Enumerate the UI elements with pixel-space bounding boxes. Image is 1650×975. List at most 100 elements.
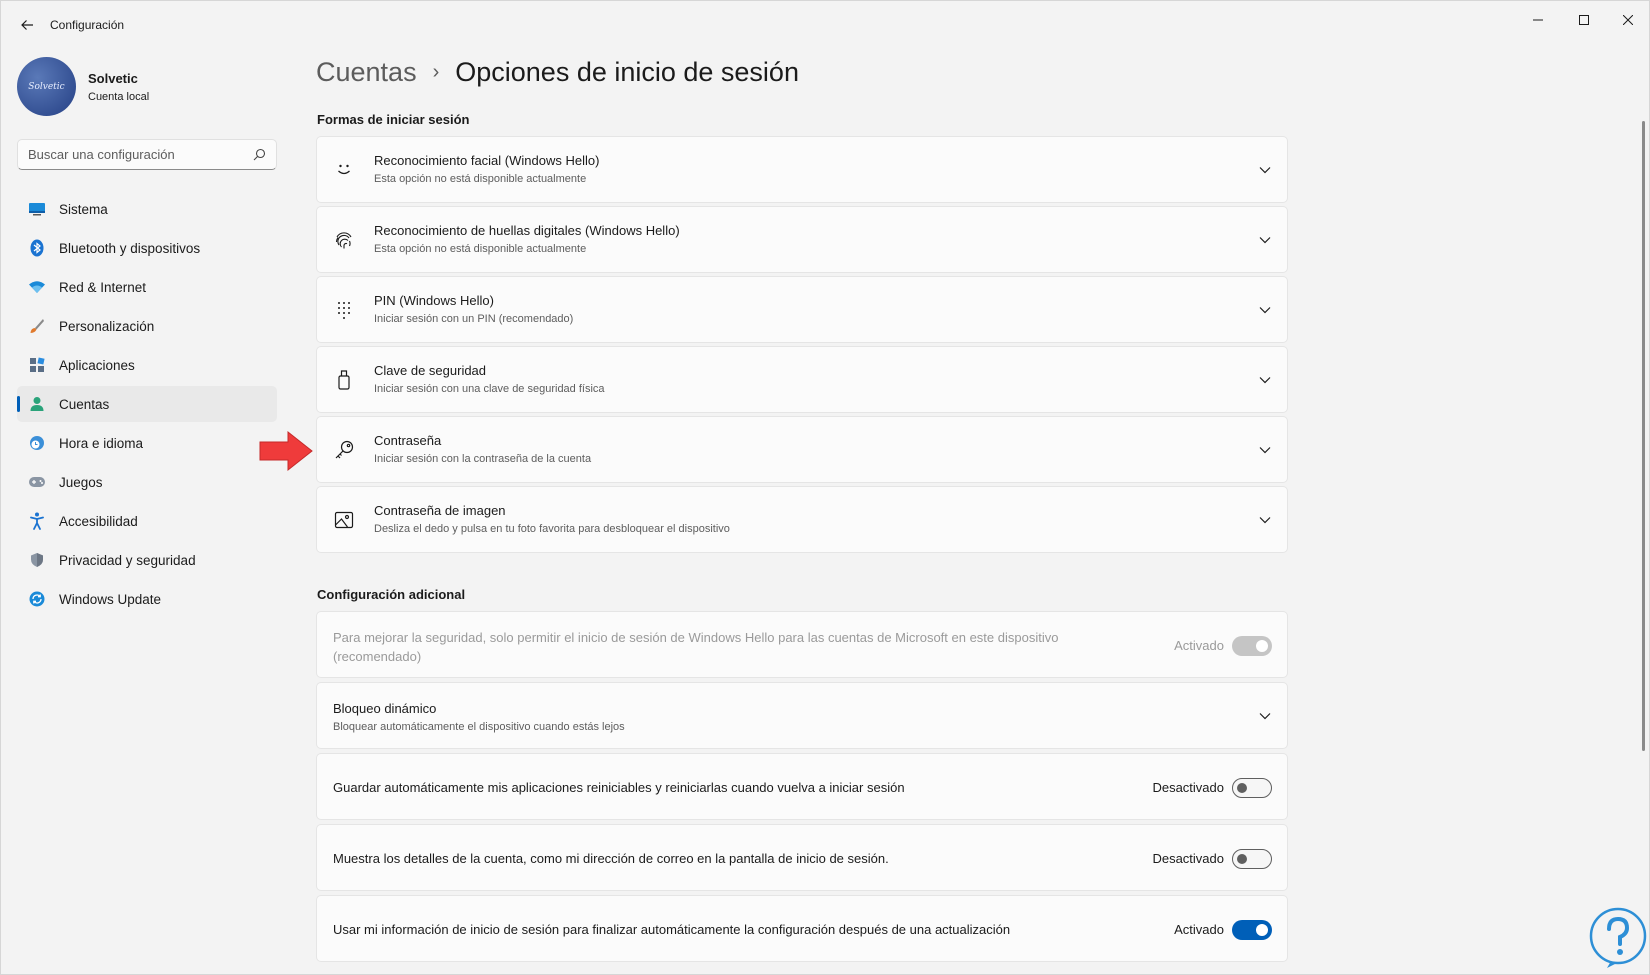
toggle-state-label: Desactivado (1152, 851, 1224, 866)
card-text: Contraseña de imagen Desliza el dedo y p… (374, 503, 730, 535)
setting-description: Usar mi información de inicio de sesión … (333, 922, 1011, 937)
usb-key-icon (333, 369, 355, 391)
scrollbar[interactable] (1642, 121, 1645, 751)
restart-apps-toggle[interactable] (1232, 778, 1272, 798)
card-picture-password[interactable]: Contraseña de imagen Desliza el dedo y p… (316, 486, 1288, 553)
sidebar-item-label: Juegos (59, 474, 103, 490)
person-icon (28, 395, 46, 413)
setting-description-line2: (recomendado) (333, 649, 422, 664)
toggle-knob (1237, 783, 1247, 793)
sidebar-item-personalizacion[interactable]: Personalización (17, 308, 277, 344)
card-text: Usar mi información de inicio de sesión … (333, 922, 1010, 937)
card-text: Bloqueo dinámico Bloquear automáticament… (333, 701, 625, 733)
chevron-down-icon[interactable] (1257, 442, 1273, 458)
minimize-button[interactable] (1515, 5, 1561, 35)
search-input[interactable] (28, 147, 252, 162)
accessibility-icon (28, 512, 46, 530)
arrow-left-icon (21, 20, 33, 30)
card-text: PIN (Windows Hello) Iniciar sesión con u… (374, 293, 573, 325)
avatar-logo-text: Solvetic (28, 81, 65, 92)
card-password[interactable]: Contraseña Iniciar sesión con la contras… (316, 416, 1288, 483)
card-title: Contraseña (374, 433, 442, 448)
search-icon[interactable] (252, 148, 266, 162)
sidebar-item-juegos[interactable]: Juegos (17, 464, 277, 500)
brush-icon (28, 317, 46, 335)
toggle-state-label: Desactivado (1152, 780, 1224, 795)
card-title: PIN (Windows Hello) (374, 293, 494, 308)
wifi-icon (28, 278, 46, 296)
card-subtitle: Desliza el dedo y pulsa en tu foto favor… (374, 523, 730, 535)
card-subtitle: Esta opción no está disponible actualmen… (374, 173, 587, 185)
account-details-toggle[interactable] (1232, 849, 1272, 869)
watermark-logo (1589, 907, 1647, 968)
toggle-knob (1256, 640, 1268, 652)
card-title: Clave de seguridad (374, 363, 487, 378)
card-subtitle: Esta opción no está disponible actualmen… (374, 243, 587, 255)
card-hello-only: Para mejorar la seguridad, solo permitir… (316, 611, 1288, 678)
card-subtitle: Iniciar sesión con una clave de segurida… (374, 383, 605, 395)
sidebar-item-hora[interactable]: Hora e idioma (17, 425, 277, 461)
chevron-down-icon[interactable] (1257, 162, 1273, 178)
sidebar-item-label: Privacidad y seguridad (59, 552, 196, 568)
close-button[interactable] (1605, 5, 1649, 35)
sidebar-item-aplicaciones[interactable]: Aplicaciones (17, 347, 277, 383)
card-text: Guardar automáticamente mis aplicaciones… (333, 780, 905, 795)
card-subtitle: Iniciar sesión con un PIN (recomendado) (374, 313, 574, 325)
bluetooth-icon (28, 239, 46, 257)
gamepad-icon (28, 473, 46, 491)
finish-setup-toggle[interactable] (1232, 920, 1272, 940)
profile-account-type: Cuenta local (88, 90, 150, 103)
clock-globe-icon (28, 434, 46, 452)
card-title: Reconocimiento facial (Windows Hello) (374, 153, 600, 168)
card-text: Reconocimiento de huellas digitales (Win… (374, 223, 680, 255)
setting-description: Guardar automáticamente mis aplicaciones… (333, 780, 905, 795)
toggle-state-label: Activado (1174, 638, 1224, 653)
card-fingerprint[interactable]: Reconocimiento de huellas digitales (Win… (316, 206, 1288, 273)
sidebar-item-sistema[interactable]: Sistema (17, 191, 277, 227)
title-bar: Configuración (1, 1, 1649, 49)
back-button[interactable] (15, 13, 39, 37)
section-title-additional: Configuración adicional (317, 587, 466, 602)
search-box[interactable] (17, 139, 277, 170)
card-finish-setup: Usar mi información de inicio de sesión … (316, 895, 1288, 962)
card-account-details: Muestra los detalles de la cuenta, como … (316, 824, 1288, 891)
smiley-face-icon (333, 159, 355, 181)
sidebar-item-bluetooth[interactable]: Bluetooth y dispositivos (17, 230, 277, 266)
maximize-button[interactable] (1561, 5, 1607, 35)
card-title: Bloqueo dinámico (333, 701, 437, 716)
profile-text: Solvetic Cuenta local (88, 71, 149, 103)
chevron-down-icon[interactable] (1257, 512, 1273, 528)
toggle-knob (1256, 924, 1268, 936)
card-text: Contraseña Iniciar sesión con la contras… (374, 433, 591, 465)
sidebar-item-accesibilidad[interactable]: Accesibilidad (17, 503, 277, 539)
sidebar-item-windows-update[interactable]: Windows Update (17, 581, 277, 617)
breadcrumb-parent[interactable]: Cuentas (316, 57, 417, 88)
section-title-signin: Formas de iniciar sesión (317, 112, 470, 127)
sidebar-item-label: Sistema (59, 201, 108, 217)
card-security-key[interactable]: Clave de seguridad Iniciar sesión con un… (316, 346, 1288, 413)
card-dynamic-lock[interactable]: Bloqueo dinámico Bloquear automáticament… (316, 682, 1288, 749)
close-icon (1623, 15, 1633, 25)
sidebar-item-label: Cuentas (59, 396, 110, 412)
sidebar-nav: Sistema Bluetooth y dispositivos Red & I… (17, 191, 277, 620)
card-facial-recognition[interactable]: Reconocimiento facial (Windows Hello) Es… (316, 136, 1288, 203)
sidebar-item-label: Hora e idioma (59, 435, 144, 451)
app-title: Configuración (50, 18, 125, 32)
sidebar-item-cuentas[interactable]: Cuentas (17, 386, 277, 422)
sidebar-item-privacidad[interactable]: Privacidad y seguridad (17, 542, 277, 578)
toggle-state-label: Activado (1174, 922, 1224, 937)
card-subtitle: Iniciar sesión con la contraseña de la c… (374, 453, 592, 465)
card-pin[interactable]: PIN (Windows Hello) Iniciar sesión con u… (316, 276, 1288, 343)
user-profile[interactable]: Solvetic Solvetic Cuenta local (17, 57, 149, 116)
sidebar-item-label: Bluetooth y dispositivos (59, 240, 201, 256)
breadcrumb-separator: › (432, 61, 440, 83)
fingerprint-icon (333, 229, 355, 251)
chevron-down-icon[interactable] (1257, 232, 1273, 248)
chevron-down-icon[interactable] (1257, 372, 1273, 388)
sidebar-item-red[interactable]: Red & Internet (17, 269, 277, 305)
page-title: Opciones de inicio de sesión (455, 57, 799, 87)
sidebar-item-label: Aplicaciones (59, 357, 135, 373)
chevron-down-icon[interactable] (1257, 708, 1273, 724)
chevron-down-icon[interactable] (1257, 302, 1273, 318)
card-text: Muestra los detalles de la cuenta, como … (333, 851, 889, 866)
